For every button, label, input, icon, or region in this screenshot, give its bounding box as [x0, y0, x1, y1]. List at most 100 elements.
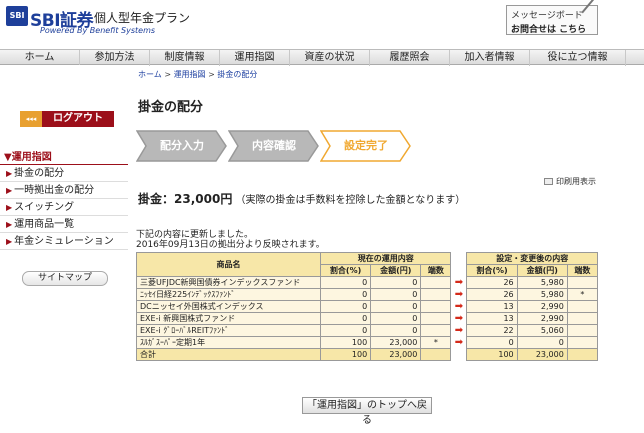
col-header-ratio: 割合(%) [466, 264, 518, 277]
sitemap-button[interactable]: サイトマップ [22, 271, 108, 286]
new-fraction [566, 324, 599, 337]
logout-group: ◂◂◂ ログアウト [20, 111, 114, 127]
sidebar-menu: ▼運用指図 ▶ 掛金の配分 ▶ 一時拠出金の配分 ▶ スイッチング ▶ 運用商品一覧 ▶ 年金シミ… [0, 151, 128, 250]
message-board-title: メッセージボード [511, 11, 583, 21]
arrow-left-icon: ◂◂◂ [20, 111, 42, 127]
product-name: 個人型年金プラン [94, 11, 191, 25]
nav-item[interactable]: 参加方法 [80, 50, 150, 66]
new-ratio: 13 [466, 312, 518, 325]
breadcrumb: ホーム > 運用指図 > 掛金の配分 [138, 69, 257, 80]
logout-button[interactable]: ログアウト [42, 111, 114, 127]
step-label: 内容確認 [252, 139, 296, 152]
col-header-fraction: 端数 [420, 264, 452, 277]
sidebar-item[interactable]: ▶ 年金シミュレーション [0, 233, 128, 250]
powered-by: Powered By Benefit Systems [40, 26, 156, 35]
breadcrumb-unyo[interactable]: 運用指図 [174, 70, 206, 79]
table-row: ﾆｯｾｲ日経225ｲﾝﾃﾞｯｸｽﾌｧﾝﾄﾞ 0 0 ➡ 26 5,980 * [136, 288, 599, 301]
current-fraction: * [420, 336, 452, 349]
amount-label: 掛金： [138, 192, 175, 206]
sidebar-item[interactable]: ▶ スイッチング [0, 199, 128, 216]
new-fraction [566, 336, 599, 349]
header-spacer [450, 252, 467, 277]
product-name: 三菱UFJDC新興国債券インデックスファンド [136, 276, 321, 289]
arrow-right-icon: ➡ [450, 324, 468, 337]
table-row: EXE-i ｸﾞﾛｰﾊﾞﾙREITﾌｧﾝﾄﾞ 0 0 ➡ 22 5,060 [136, 324, 599, 337]
new-fraction [566, 276, 599, 289]
nav-item[interactable]: 運用指図 [220, 50, 290, 66]
total-current-amount: 23,000 [370, 348, 422, 361]
sidebar-item[interactable]: ▶ 運用商品一覧 [0, 216, 128, 233]
nav-item[interactable]: 制度情報 [150, 50, 220, 66]
sidebar-item-label: 一時拠出金の配分 [14, 185, 95, 196]
current-amount: 23,000 [370, 336, 422, 349]
product-name: ｽﾙｶﾞｽｰﾊﾟｰ定期1年 [136, 336, 321, 349]
col-header-amount: 金額(円) [516, 264, 568, 277]
contribution-amount: 掛金：23,000円 （実際の掛金は手数料を控除した金額となります） [138, 190, 465, 207]
sidebar-item[interactable]: ▶ 一時拠出金の配分 [0, 182, 128, 199]
new-fraction [566, 300, 599, 313]
nav-item[interactable]: 役に立つ情報 [530, 50, 626, 66]
new-amount: 5,060 [516, 324, 568, 337]
contact-link[interactable]: お問合せは こちら [511, 22, 586, 35]
current-fraction [420, 300, 452, 313]
current-fraction [420, 324, 452, 337]
step-1: 配分入力 [136, 130, 228, 162]
total-current-ratio: 100 [319, 348, 372, 361]
col-header-product: 商品名 [136, 252, 321, 277]
sidebar-item-label: スイッチング [14, 202, 75, 213]
new-ratio: 26 [466, 288, 518, 301]
product-name: EXE-i 新興国株式ファンド [136, 312, 321, 325]
update-note: 下記の内容に更新しました。 2016年09月13日の拠出分より反映されます。 [136, 230, 325, 250]
triangle-right-icon: ▶ [6, 169, 13, 178]
triangle-right-icon: ▶ [6, 203, 13, 212]
total-row: 合計 100 23,000 100 23,000 [136, 348, 599, 361]
sidebar-item-label: 運用商品一覧 [14, 219, 75, 230]
nav-item[interactable]: 加入者情報 [450, 50, 530, 66]
current-fraction [420, 312, 452, 325]
amount-value: 23,000円 [174, 192, 233, 206]
page-title: 掛金の配分 [138, 100, 204, 115]
back-to-top-button[interactable]: 「運用指図」のトップへ戻る [302, 397, 432, 426]
new-amount: 0 [516, 336, 568, 349]
nav-item[interactable]: 履歴照会 [370, 50, 450, 66]
arrow-right-icon: ➡ [450, 276, 468, 289]
triangle-right-icon: ▶ [6, 237, 13, 246]
current-ratio: 0 [319, 312, 372, 325]
sidebar-item[interactable]: ▶ 掛金の配分 [0, 165, 128, 182]
print-view-link[interactable]: 印刷用表示 [544, 176, 596, 187]
breadcrumb-current[interactable]: 掛金の配分 [217, 70, 257, 79]
current-ratio: 100 [319, 336, 372, 349]
current-fraction [420, 276, 452, 289]
breadcrumb-separator: > [164, 70, 172, 79]
current-amount: 0 [370, 276, 422, 289]
menu-heading-label: 運用指図 [11, 152, 52, 163]
current-amount: 0 [370, 324, 422, 337]
new-ratio: 26 [466, 276, 518, 289]
new-ratio: 13 [466, 300, 518, 313]
nav-item[interactable]: ホーム [0, 50, 80, 66]
new-amount: 5,980 [516, 276, 568, 289]
total-label: 合計 [136, 348, 321, 361]
current-ratio: 0 [319, 324, 372, 337]
product-name: EXE-i ｸﾞﾛｰﾊﾞﾙREITﾌｧﾝﾄﾞ [136, 324, 321, 337]
product-name: DCニッセイ外国株式インデックス [136, 300, 321, 313]
col-header-ratio: 割合(%) [319, 264, 372, 277]
new-amount: 2,990 [516, 300, 568, 313]
col-header-current: 現在の運用内容 [319, 252, 452, 265]
nav-item[interactable]: 資産の状況 [290, 50, 370, 66]
sbi-logo-icon[interactable]: SBI [6, 6, 28, 26]
amount-note: （実際の掛金は手数料を控除した金額となります） [235, 195, 466, 206]
new-ratio: 0 [466, 336, 518, 349]
step-3: 設定完了 [320, 130, 412, 162]
total-current-fraction [420, 348, 452, 361]
step-label: 配分入力 [160, 139, 204, 152]
sidebar-menu-heading[interactable]: ▼運用指図 [0, 151, 128, 165]
table-row: 三菱UFJDC新興国債券インデックスファンド 0 0 ➡ 26 5,980 [136, 276, 599, 289]
triangle-down-icon: ▼ [4, 152, 12, 163]
current-fraction [420, 288, 452, 301]
new-amount: 2,990 [516, 312, 568, 325]
breadcrumb-home[interactable]: ホーム [138, 70, 162, 79]
triangle-right-icon: ▶ [6, 220, 13, 229]
current-amount: 0 [370, 300, 422, 313]
message-board-button[interactable]: メッセージボード お問合せは こちら [506, 0, 607, 35]
